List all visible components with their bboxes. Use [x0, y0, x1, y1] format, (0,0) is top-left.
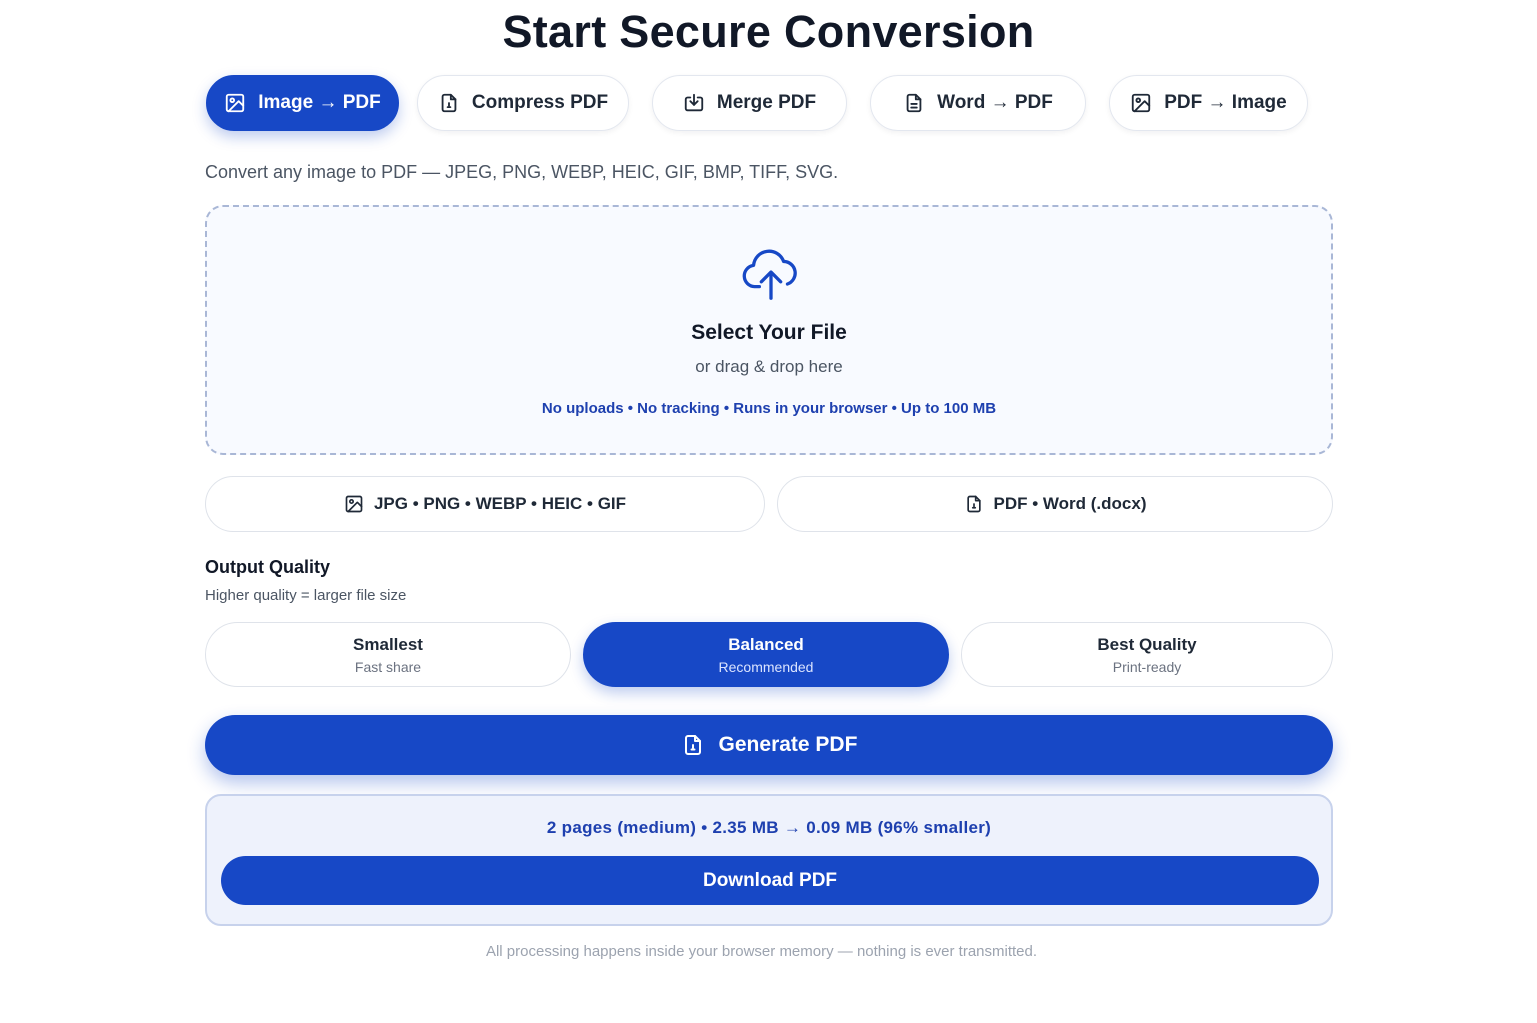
tab-label: PDF → Image: [1164, 92, 1287, 113]
document-formats-button[interactable]: PDF • Word (.docx): [777, 476, 1333, 532]
dropzone-subtitle: or drag & drop here: [695, 357, 843, 376]
document-icon: [906, 93, 922, 113]
privacy-badges: No uploads • No tracking • Runs in your …: [541, 400, 997, 417]
result-panel: 2 pages (medium) • 2.35 MB → 0.09 MB (96…: [205, 794, 1333, 926]
image-icon: [345, 495, 363, 513]
generate-label: Generate PDF: [718, 733, 858, 756]
chip-label: JPG • PNG • WEBP • HEIC • GIF: [373, 494, 627, 513]
quality-option-smallest[interactable]: Smallest Fast share: [205, 622, 571, 687]
quality-option-label: Balanced: [728, 634, 804, 654]
image-icon: [1132, 93, 1151, 113]
page-title: Start Secure Conversion: [502, 6, 1035, 57]
quality-option-balanced[interactable]: Balanced Recommended: [583, 622, 949, 687]
tab-label: Word → PDF: [937, 92, 1053, 113]
dropzone-title: Select Your File: [691, 321, 847, 344]
tool-description: Convert any image to PDF — JPEG, PNG, WE…: [205, 162, 839, 182]
chip-label: PDF • Word (.docx): [993, 494, 1147, 513]
download-pdf-button[interactable]: Download PDF: [221, 856, 1319, 905]
image-formats-button[interactable]: JPG • PNG • WEBP • HEIC • GIF: [205, 476, 765, 532]
quality-option-label: Best Quality: [1097, 634, 1197, 654]
quality-option-sub: Recommended: [718, 658, 814, 675]
tray-download-icon: [684, 93, 704, 112]
tab-pdf-to-image[interactable]: PDF → Image: [1109, 75, 1308, 131]
file-icon: [684, 735, 701, 755]
generate-pdf-button[interactable]: Generate PDF: [205, 715, 1333, 775]
quality-option-label: Smallest: [353, 634, 423, 654]
result-stats: 2 pages (medium) • 2.35 MB → 0.09 MB (96…: [546, 818, 992, 837]
tab-label: Image → PDF: [258, 92, 381, 113]
cloud-upload-icon: [742, 249, 797, 300]
quality-option-sub: Print-ready: [1112, 658, 1182, 675]
tab-label: Merge PDF: [716, 92, 817, 113]
tab-merge-pdf[interactable]: Merge PDF: [652, 75, 847, 131]
quality-option-sub: Fast share: [354, 658, 422, 675]
privacy-footnote: All processing happens inside your brows…: [485, 943, 1038, 960]
tab-compress-pdf[interactable]: Compress PDF: [417, 75, 629, 131]
tab-word-to-pdf[interactable]: Word → PDF: [870, 75, 1086, 131]
tab-label: Compress PDF: [471, 92, 609, 113]
conversion-page: Start Secure Conversion Image → PDF Comp…: [0, 0, 1537, 1023]
tab-image-to-pdf[interactable]: Image → PDF: [206, 75, 399, 131]
output-quality-title: Output Quality: [205, 557, 330, 577]
image-icon: [226, 93, 245, 113]
file-icon: [441, 93, 457, 113]
output-quality-subtitle: Higher quality = larger file size: [205, 587, 407, 604]
quality-option-best[interactable]: Best Quality Print-ready: [961, 622, 1333, 687]
file-dropzone[interactable]: Select Your File or drag & drop here No …: [205, 205, 1333, 455]
file-icon: [966, 495, 981, 513]
